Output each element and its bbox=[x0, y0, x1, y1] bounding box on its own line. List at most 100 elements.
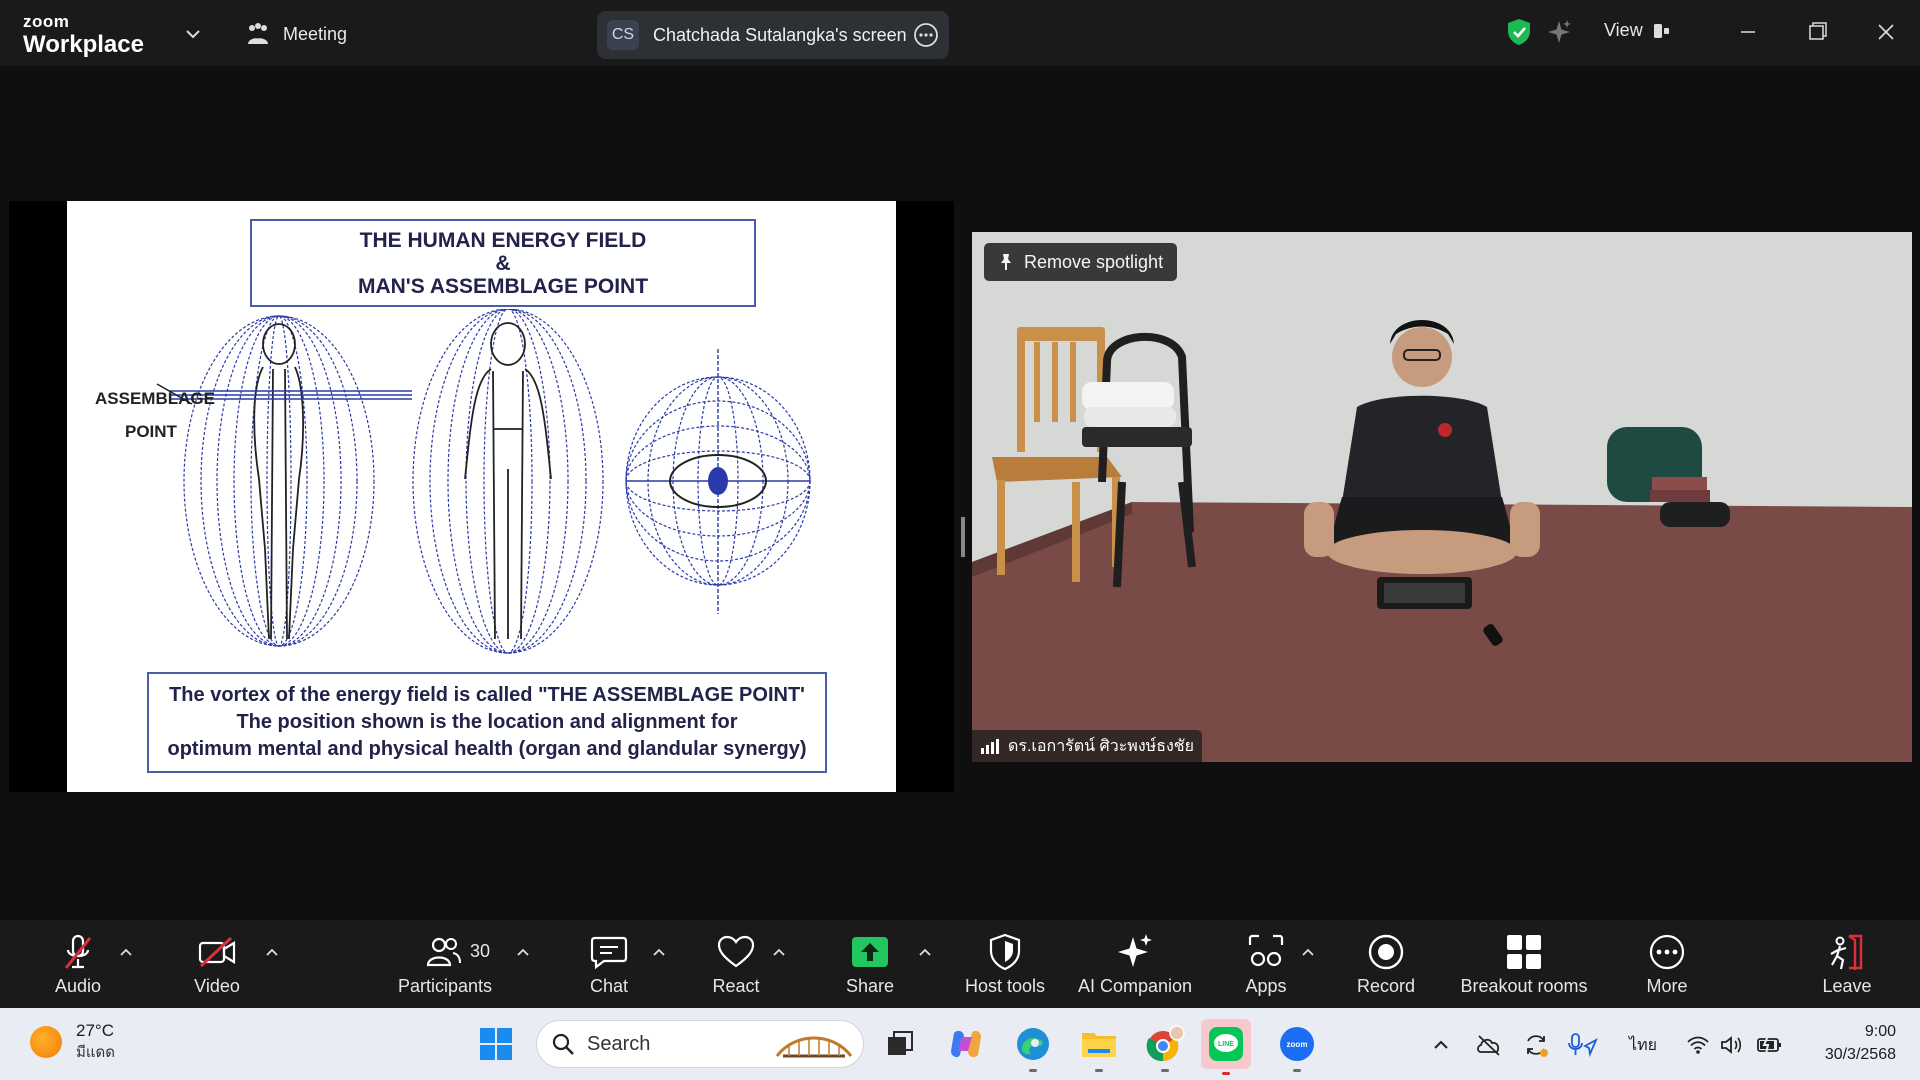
panel-resize-handle[interactable] bbox=[961, 517, 965, 557]
copilot-button[interactable] bbox=[944, 1022, 988, 1066]
video-label: Video bbox=[194, 976, 240, 996]
close-icon[interactable] bbox=[1866, 14, 1906, 50]
share-options-caret-icon[interactable] bbox=[917, 944, 933, 960]
slide-title-box: THE HUMAN ENERGY FIELD & MAN'S ASSEMBLAG… bbox=[250, 219, 756, 307]
sync-button[interactable] bbox=[1521, 1030, 1551, 1060]
share-button[interactable]: Share bbox=[840, 920, 900, 1008]
weather-widget[interactable]: 27°C มีแดด bbox=[30, 1020, 115, 1064]
record-icon bbox=[1368, 934, 1404, 970]
wifi-status[interactable] bbox=[1683, 1030, 1713, 1060]
running-indicator bbox=[1293, 1069, 1301, 1072]
audio-button[interactable]: Audio bbox=[48, 920, 108, 1008]
brand-large: Workplace bbox=[23, 31, 144, 58]
file-explorer-button[interactable] bbox=[1077, 1022, 1121, 1072]
ai-sparkle-icon[interactable] bbox=[1545, 18, 1573, 46]
breakout-rooms-button[interactable]: Breakout rooms bbox=[1454, 920, 1594, 1008]
more-options-icon[interactable] bbox=[913, 22, 939, 48]
running-indicator bbox=[1095, 1069, 1103, 1072]
input-language: ไทย bbox=[1629, 1036, 1657, 1054]
slide-title-line-1: THE HUMAN ENERGY FIELD bbox=[359, 228, 647, 252]
share-label: Share bbox=[845, 976, 895, 996]
ai-companion-button[interactable]: AI Companion bbox=[1074, 920, 1196, 1008]
chevron-up-icon bbox=[1434, 1040, 1448, 1049]
folder-icon bbox=[1082, 1033, 1116, 1057]
chat-button[interactable]: Chat bbox=[579, 920, 639, 1008]
slide-title-line-3: MAN'S ASSEMBLAGE POINT bbox=[357, 274, 649, 298]
mic-location-icon bbox=[1568, 1033, 1598, 1058]
microphone-muted-icon bbox=[64, 934, 92, 969]
zoom-app-icon: zoom bbox=[1280, 1027, 1314, 1061]
participants-label: Participants bbox=[397, 976, 493, 996]
minimize-icon[interactable] bbox=[1728, 14, 1768, 50]
system-clock[interactable]: 9:00 30/3/2568 bbox=[1825, 1020, 1896, 1066]
participant-video-tile[interactable]: Remove spotlight ดร.เอการัตน์ ศิวะพงษ์ธง… bbox=[972, 232, 1912, 762]
react-button[interactable]: React bbox=[706, 920, 766, 1008]
breakout-rooms-label: Breakout rooms bbox=[1460, 976, 1588, 996]
task-view-button[interactable] bbox=[878, 1022, 922, 1066]
microphone-location-button[interactable] bbox=[1568, 1030, 1598, 1060]
view-layout-icon bbox=[1653, 23, 1669, 38]
energy-field-illustration bbox=[156, 309, 811, 654]
screen-share-indicator[interactable]: CS Chatchada Sutalangka's screen bbox=[597, 11, 949, 59]
search-icon bbox=[552, 1033, 574, 1055]
audio-label: Audio bbox=[54, 976, 102, 996]
host-tools-label: Host tools bbox=[964, 976, 1046, 996]
running-indicator bbox=[1161, 1069, 1169, 1072]
more-button[interactable]: More bbox=[1637, 920, 1697, 1008]
remove-spotlight-button[interactable]: Remove spotlight bbox=[984, 243, 1178, 281]
share-screen-icon bbox=[852, 937, 888, 967]
chat-options-caret-icon[interactable] bbox=[651, 944, 667, 960]
slide-caption-line-2: The position shown is the location and a… bbox=[236, 711, 738, 733]
zoom-app-button[interactable]: zoom bbox=[1275, 1022, 1319, 1072]
host-tools-button[interactable]: Host tools bbox=[955, 920, 1055, 1008]
audio-options-caret-icon[interactable] bbox=[118, 944, 134, 960]
record-button[interactable]: Record bbox=[1355, 920, 1417, 1008]
battery-status[interactable] bbox=[1755, 1030, 1785, 1060]
host-shield-icon bbox=[989, 933, 1021, 971]
slide-caption-box: The vortex of the energy field is called… bbox=[147, 672, 827, 773]
onedrive-button[interactable] bbox=[1474, 1030, 1504, 1060]
breakout-rooms-icon bbox=[1507, 935, 1541, 969]
encryption-shield-icon[interactable] bbox=[1504, 17, 1534, 47]
chrome-browser-button[interactable] bbox=[1143, 1022, 1187, 1072]
meeting-info-button[interactable]: Meeting bbox=[245, 20, 347, 48]
volume-status[interactable] bbox=[1717, 1030, 1747, 1060]
svg-text:LINE: LINE bbox=[1218, 1041, 1234, 1048]
search-placeholder: Search bbox=[587, 1032, 651, 1055]
slide-title-line-2: & bbox=[495, 251, 511, 275]
meeting-icon bbox=[248, 23, 268, 44]
apps-button[interactable]: Apps bbox=[1236, 920, 1296, 1008]
taskbar-search-input[interactable]: Search bbox=[536, 1020, 864, 1068]
clock-date: 30/3/2568 bbox=[1824, 1046, 1896, 1063]
start-button[interactable] bbox=[474, 1022, 518, 1066]
apps-options-caret-icon[interactable] bbox=[1300, 944, 1316, 960]
leave-button[interactable]: Leave bbox=[1817, 920, 1877, 1008]
running-indicator bbox=[1029, 1069, 1037, 1072]
clock-time: 9:00 bbox=[1864, 1023, 1896, 1040]
participants-button[interactable]: 30 Participants bbox=[390, 920, 500, 1008]
show-hidden-icons-button[interactable] bbox=[1426, 1030, 1456, 1060]
heart-icon bbox=[717, 935, 755, 968]
cloud-offline-icon bbox=[1477, 1035, 1500, 1056]
weather-condition: มีแดด bbox=[76, 1044, 116, 1061]
edge-browser-button[interactable] bbox=[1011, 1022, 1055, 1072]
battery-charging-icon bbox=[1757, 1035, 1781, 1055]
react-options-caret-icon[interactable] bbox=[771, 944, 787, 960]
restore-icon[interactable] bbox=[1797, 14, 1837, 50]
participants-options-caret-icon[interactable] bbox=[515, 944, 531, 960]
sun-icon bbox=[30, 1026, 62, 1058]
chevron-down-icon[interactable] bbox=[183, 24, 203, 44]
slide-caption-line-3: optimum mental and physical health (orga… bbox=[167, 738, 807, 760]
apps-icon bbox=[1248, 934, 1284, 967]
leave-door-icon bbox=[1830, 934, 1863, 970]
weather-temperature: 27°C bbox=[76, 1021, 114, 1040]
input-language-button[interactable]: ไทย bbox=[1628, 1030, 1658, 1060]
signal-strength-icon bbox=[981, 739, 999, 754]
video-options-caret-icon[interactable] bbox=[264, 944, 280, 960]
camera-off-icon bbox=[198, 936, 236, 968]
participant-name: ดร.เอการัตน์ ศิวะพงษ์ธงชัย bbox=[1008, 737, 1194, 755]
line-app-button[interactable]: LINE bbox=[1201, 1019, 1251, 1075]
view-button[interactable]: View bbox=[1604, 20, 1671, 41]
video-button[interactable]: Video bbox=[187, 920, 247, 1008]
chat-icon bbox=[590, 936, 628, 970]
